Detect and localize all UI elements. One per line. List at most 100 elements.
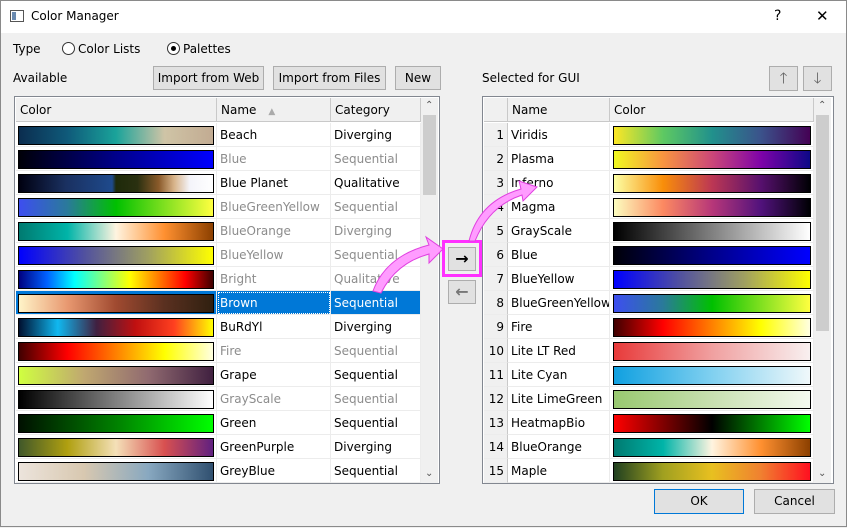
palette-row[interactable]: BlueGreenYellow Sequential	[16, 195, 421, 219]
selected-palette-row[interactable]: 2 Plasma	[484, 147, 814, 171]
category-cell: Sequential	[331, 291, 421, 315]
gradient-swatch	[18, 438, 214, 457]
radio-palettes[interactable]	[167, 42, 180, 55]
name-cell: Bright	[217, 267, 331, 291]
palette-row[interactable]: Grape Sequential	[16, 363, 421, 387]
name-cell: GrayScale	[508, 219, 610, 243]
palette-row[interactable]: BuRdYl Diverging	[16, 315, 421, 339]
name-cell: BlueOrange	[508, 435, 610, 459]
scroll-down-icon[interactable]: ⌄	[425, 468, 433, 479]
selected-palette-row[interactable]: 12 Lite LimeGreen	[484, 387, 814, 411]
column-header-color[interactable]: Color	[610, 98, 814, 122]
close-button[interactable]: ✕	[816, 7, 829, 25]
selected-palette-row[interactable]: 7 BlueYellow	[484, 267, 814, 291]
radio-color-lists-label[interactable]: Color Lists	[78, 42, 140, 56]
new-button[interactable]: New	[395, 66, 441, 90]
color-cell	[610, 363, 814, 387]
color-cell	[610, 459, 814, 483]
color-cell	[16, 435, 217, 459]
color-cell	[16, 147, 217, 171]
palette-row[interactable]: BlueOrange Diverging	[16, 219, 421, 243]
row-number: 13	[484, 411, 508, 435]
row-number: 4	[484, 195, 508, 219]
selected-palette-row[interactable]: 5 GrayScale	[484, 219, 814, 243]
color-cell	[16, 411, 217, 435]
selected-palette-row[interactable]: 9 Fire	[484, 315, 814, 339]
palette-row[interactable]: Brown Sequential	[16, 291, 421, 315]
name-cell: Fire	[508, 315, 610, 339]
palette-row[interactable]: GreenPurple Diverging	[16, 435, 421, 459]
gradient-swatch	[613, 294, 811, 313]
column-header-name-label: Name	[221, 103, 257, 117]
selected-palette-row[interactable]: 8 BlueGreenYellow	[484, 291, 814, 315]
name-cell: Maple	[508, 459, 610, 483]
palette-row[interactable]: GrayScale Sequential	[16, 387, 421, 411]
radio-palettes-label[interactable]: Palettes	[183, 42, 231, 56]
arrow-left-icon: ←	[455, 282, 469, 301]
column-header-category[interactable]: Category	[331, 98, 421, 122]
category-cell: Qualitative	[331, 171, 421, 195]
selected-palette-row[interactable]: 11 Lite Cyan	[484, 363, 814, 387]
import-from-web-button[interactable]: Import from Web	[153, 66, 264, 90]
selected-palette-row[interactable]: 4 Magma	[484, 195, 814, 219]
add-to-selected-button[interactable]: →	[448, 247, 476, 271]
move-up-button[interactable]: 🡑	[769, 66, 798, 91]
gradient-swatch	[613, 246, 811, 265]
palette-row[interactable]: Fire Sequential	[16, 339, 421, 363]
category-cell: Diverging	[331, 123, 421, 147]
palette-row[interactable]: Beach Diverging	[16, 123, 421, 147]
name-cell: Lite Cyan	[508, 363, 610, 387]
palette-row[interactable]: Blue Planet Qualitative	[16, 171, 421, 195]
row-number: 11	[484, 363, 508, 387]
help-button[interactable]: ?	[774, 8, 781, 24]
selected-palette-row[interactable]: 15 Maple	[484, 459, 814, 483]
gradient-swatch	[18, 270, 214, 289]
category-cell: Sequential	[331, 363, 421, 387]
color-cell	[610, 435, 814, 459]
name-cell: Blue Planet	[217, 171, 331, 195]
cancel-button[interactable]: Cancel	[754, 489, 835, 514]
name-cell: BlueGreenYellow	[217, 195, 331, 219]
remove-from-selected-button[interactable]: ←	[448, 280, 476, 304]
name-cell: Blue	[217, 147, 331, 171]
gradient-swatch	[613, 390, 811, 409]
name-cell: Green	[217, 411, 331, 435]
category-cell: Sequential	[331, 387, 421, 411]
selected-palette-row[interactable]: 10 Lite LT Red	[484, 339, 814, 363]
scroll-thumb[interactable]	[816, 115, 829, 331]
palette-row[interactable]: Bright Qualitative	[16, 267, 421, 291]
scroll-up-icon[interactable]: ⌃	[425, 100, 433, 111]
available-scrollbar[interactable]: ⌃ ⌄	[421, 98, 438, 483]
palette-row[interactable]: Green Sequential	[16, 411, 421, 435]
scroll-thumb[interactable]	[423, 115, 436, 195]
palette-row[interactable]: BlueYellow Sequential	[16, 243, 421, 267]
selected-palette-row[interactable]: 14 BlueOrange	[484, 435, 814, 459]
gradient-swatch	[613, 126, 811, 145]
selected-palette-row[interactable]: 3 Inferno	[484, 171, 814, 195]
move-down-button[interactable]: 🡓	[803, 66, 832, 91]
column-header-name[interactable]: Name	[508, 98, 610, 122]
sort-ascending-icon: ▲	[268, 107, 276, 117]
radio-color-lists[interactable]	[62, 42, 75, 55]
palette-row[interactable]: GreyBlue Sequential	[16, 459, 421, 483]
column-header-color[interactable]: Color	[16, 98, 217, 122]
color-cell	[16, 339, 217, 363]
row-number: 6	[484, 243, 508, 267]
color-cell	[610, 411, 814, 435]
scroll-up-icon[interactable]: ⌃	[818, 100, 826, 111]
row-number: 8	[484, 291, 508, 315]
gradient-swatch	[613, 174, 811, 193]
column-header-name[interactable]: Name ▲	[217, 98, 331, 122]
selected-palette-row[interactable]: 6 Blue	[484, 243, 814, 267]
import-from-files-button[interactable]: Import from Files	[273, 66, 386, 90]
gradient-swatch	[613, 270, 811, 289]
name-cell: GreenPurple	[217, 435, 331, 459]
palette-row[interactable]: Blue Sequential	[16, 147, 421, 171]
selected-palette-row[interactable]: 1 Viridis	[484, 123, 814, 147]
selected-palette-row[interactable]: 13 HeatmapBio	[484, 411, 814, 435]
scroll-down-icon[interactable]: ⌄	[818, 468, 826, 479]
selected-scrollbar[interactable]: ⌃ ⌄	[814, 98, 831, 483]
gradient-swatch	[613, 318, 811, 337]
ok-button[interactable]: OK	[654, 489, 744, 514]
color-cell	[610, 339, 814, 363]
